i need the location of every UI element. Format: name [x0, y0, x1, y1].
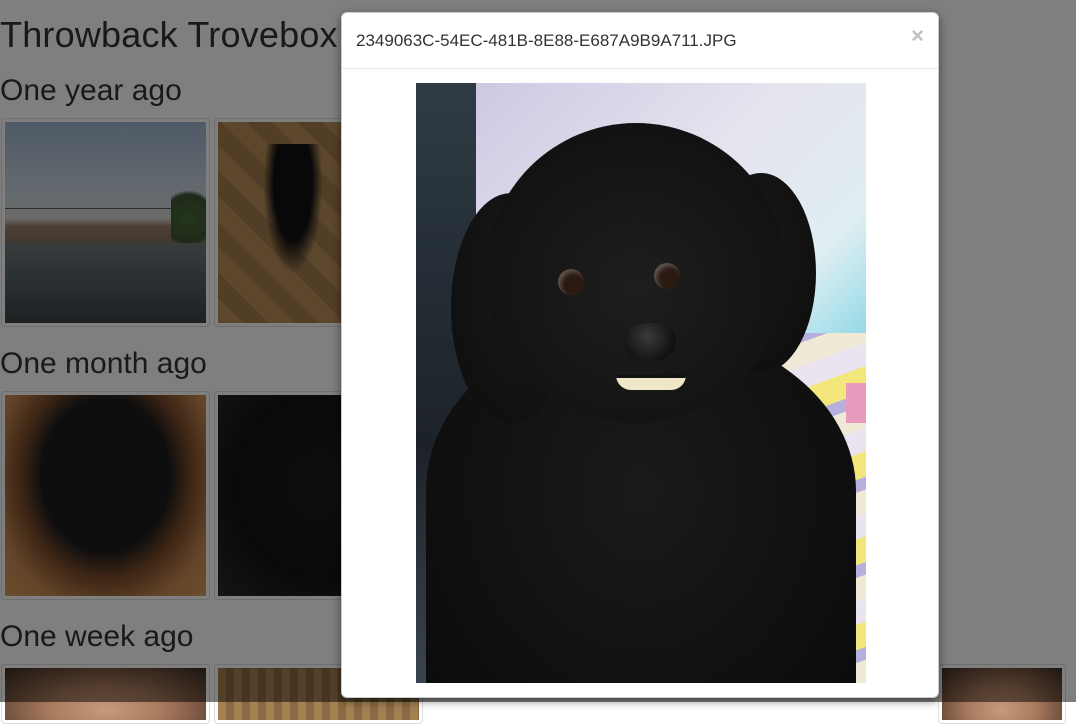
dog-eye [654, 263, 680, 289]
modal-header: 2349063C-54EC-481B-8E88-E687A9B9A711.JPG… [342, 13, 938, 69]
dog-eye [558, 269, 584, 295]
modal-body [342, 69, 938, 697]
modal-title: 2349063C-54EC-481B-8E88-E687A9B9A711.JPG [356, 31, 737, 50]
photo-modal: 2349063C-54EC-481B-8E88-E687A9B9A711.JPG… [341, 12, 939, 698]
dog-nose [624, 323, 676, 361]
full-size-photo [416, 83, 866, 683]
close-button[interactable]: × [911, 25, 924, 47]
photo-background [846, 383, 866, 423]
dog-mouth [616, 375, 686, 390]
